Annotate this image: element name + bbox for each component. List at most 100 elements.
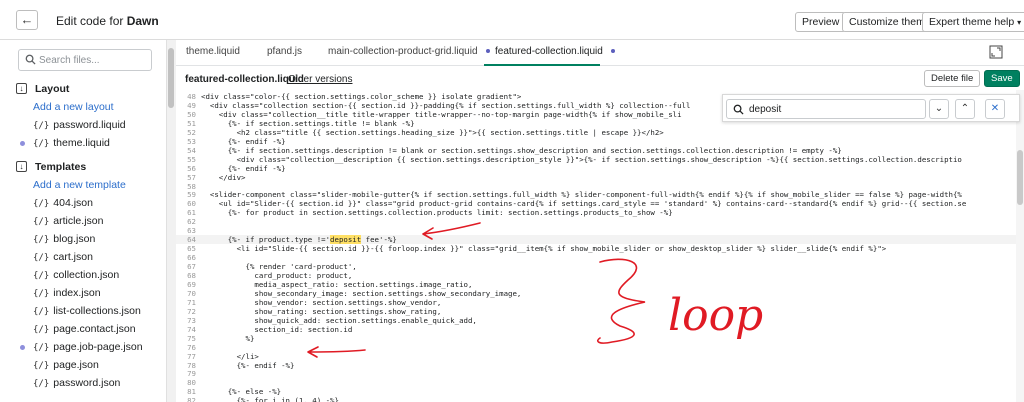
templates-heading[interactable]: Templates <box>35 158 86 176</box>
file-label: page.job-page.json <box>53 341 143 353</box>
file-item[interactable]: {/} article.json <box>33 212 103 230</box>
line-content: </li> <box>201 351 259 361</box>
code-line[interactable]: 67 {% render 'card-product', <box>176 262 1016 271</box>
line-content: card_product: product, <box>201 271 353 280</box>
close-find-button[interactable]: ✕ <box>985 99 1005 119</box>
sidebar-scroll-thumb[interactable] <box>168 48 174 108</box>
line-number: 61 <box>187 208 196 218</box>
line-number: 75 <box>187 333 196 343</box>
line-content: section_id: section.id <box>201 324 353 334</box>
code-line[interactable]: 53 {%- endif -%} <box>176 137 1016 146</box>
editor-scroll-thumb[interactable] <box>1017 150 1023 205</box>
code-line[interactable]: 66 <box>176 253 1016 262</box>
code-line[interactable]: 79 <box>176 369 1016 378</box>
file-item[interactable]: {/} page.json <box>33 356 99 374</box>
older-versions-link[interactable]: Older versions <box>288 74 352 85</box>
code-line[interactable]: 74 section_id: section.id <box>176 325 1016 334</box>
code-file-icon: {/} <box>33 289 50 299</box>
file-item[interactable]: {/} password.liquid <box>33 116 126 134</box>
code-line[interactable]: 77 </li> <box>176 352 1016 361</box>
file-item[interactable]: {/} 404.json <box>33 194 93 212</box>
find-options-button[interactable]: ⌄ <box>929 99 949 119</box>
code-line[interactable]: 65 <li id="Slide-{{ section.id }}-{{ for… <box>176 244 1016 253</box>
file-item[interactable]: {/} password.json <box>33 374 120 392</box>
code-line[interactable]: 70 show_secondary_image: section.setting… <box>176 289 1016 298</box>
save-button[interactable]: Save <box>984 70 1020 87</box>
code-line[interactable]: 58 <box>176 182 1016 191</box>
editor-scrollbar[interactable] <box>1016 90 1024 402</box>
tab-theme-liquid[interactable]: theme.liquid <box>186 46 240 57</box>
code-line[interactable]: 59 <slider-component class="slider-mobil… <box>176 190 1016 199</box>
code-line[interactable]: 75 %} <box>176 334 1016 343</box>
line-number: 62 <box>187 217 196 227</box>
line-content: {%- for product in section.settings.coll… <box>201 208 673 218</box>
file-item[interactable]: {/} theme.liquid <box>33 134 110 152</box>
file-label: password.liquid <box>53 119 126 131</box>
line-number: 82 <box>187 396 196 402</box>
code-line[interactable]: 78 {%- endif -%} <box>176 361 1016 370</box>
code-line[interactable]: 54 {%- if section.settings.description !… <box>176 146 1016 155</box>
line-content: </div> <box>201 172 246 182</box>
file-item[interactable]: {/} cart.json <box>33 248 93 266</box>
modified-dot-icon <box>20 345 25 350</box>
code-line[interactable]: 63 <box>176 226 1016 235</box>
find-input[interactable] <box>749 102 919 117</box>
expert-help-button[interactable]: Expert theme help ▾ <box>922 12 1024 32</box>
code-line[interactable]: 62 <box>176 217 1016 226</box>
line-content: <li id="Slide-{{ section.id }}-{{ forloo… <box>201 244 887 254</box>
code-line[interactable]: 71 show_vendor: section.settings.show_ve… <box>176 298 1016 307</box>
tab-pfand-js[interactable]: pfand.js <box>267 46 302 57</box>
file-item[interactable]: {/} collection.json <box>33 266 119 284</box>
code-line[interactable]: 52 <h2 class="title {{ section.settings.… <box>176 128 1016 137</box>
layout-heading[interactable]: Layout <box>35 80 69 98</box>
line-number: 54 <box>187 145 196 155</box>
file-item[interactable]: {/} list-collections.json <box>33 302 141 320</box>
code-line[interactable]: 73 show_quick_add: section.settings.enab… <box>176 316 1016 325</box>
code-line[interactable]: 80 <box>176 378 1016 387</box>
file-item[interactable]: {/} page.contact.json <box>33 320 136 338</box>
tab-main-collection-product-grid[interactable]: main-collection-product-grid.liquid <box>328 46 490 57</box>
code-line[interactable]: 81 {%- else -%} <box>176 387 1016 396</box>
line-content: {%- endif -%} <box>201 360 295 370</box>
delete-file-button[interactable]: Delete file <box>924 70 981 87</box>
top-bar: ← Edit code for Dawn Preview Customize t… <box>0 0 1024 40</box>
search-icon <box>25 54 36 65</box>
search-icon <box>733 104 744 115</box>
file-bar: featured-collection.liquid Older version… <box>176 66 1024 90</box>
file-item[interactable]: {/} page.job-page.json <box>33 338 143 356</box>
line-number: 70 <box>187 288 196 298</box>
code-line[interactable]: 55 <div class="collection__description {… <box>176 155 1016 164</box>
code-line[interactable]: 60 <ul id="Slider-{{ section.id }}" clas… <box>176 199 1016 208</box>
file-item[interactable]: {/} index.json <box>33 284 101 302</box>
back-button[interactable]: ← <box>16 10 38 30</box>
code-line[interactable]: 64 {%- if product.type !='deposit fee'-%… <box>176 235 1016 245</box>
page-title-prefix: Edit code for <box>56 14 124 28</box>
code-line[interactable]: 76 <box>176 343 1016 352</box>
preview-button[interactable]: Preview <box>795 12 847 32</box>
code-line[interactable]: 68 card_product: product, <box>176 271 1016 280</box>
code-line[interactable]: 72 show_rating: section.settings.show_ra… <box>176 307 1016 316</box>
file-label: password.json <box>53 377 121 389</box>
templates-heading-label: Templates <box>35 161 87 173</box>
page-title: Edit code for Dawn <box>56 14 159 28</box>
code-line[interactable]: 56 {%- endif -%} <box>176 164 1016 173</box>
find-previous-button[interactable]: ⌃ <box>955 99 975 119</box>
line-number: 60 <box>187 199 196 209</box>
code-file-icon: {/} <box>33 271 50 281</box>
line-number: 63 <box>187 226 196 236</box>
line-content: <slider-component class="slider-mobile-g… <box>201 190 962 200</box>
search-match: deposit <box>330 235 362 245</box>
code-line[interactable]: 82 {%- for i in (1..4) -%} <box>176 396 1016 402</box>
code-line[interactable]: 57 </div> <box>176 173 1016 182</box>
code-line[interactable]: 69 media_aspect_ratio: section.settings.… <box>176 280 1016 289</box>
file-item[interactable]: {/} blog.json <box>33 230 95 248</box>
line-content: <div class="collection__description {{ s… <box>201 154 962 164</box>
add-layout-link[interactable]: Add a new layout <box>33 98 114 116</box>
code-line[interactable]: 61 {%- for product in section.settings.c… <box>176 208 1016 217</box>
expand-icon[interactable] <box>989 45 1003 59</box>
search-files-input[interactable] <box>39 52 147 68</box>
code-editor[interactable]: 48 <div class="color-{{ section.settings.… <box>176 90 1016 402</box>
arrow-left-icon: ← <box>20 12 34 27</box>
add-template-link[interactable]: Add a new template <box>33 176 126 194</box>
tab-featured-collection[interactable]: featured-collection.liquid <box>495 46 615 57</box>
